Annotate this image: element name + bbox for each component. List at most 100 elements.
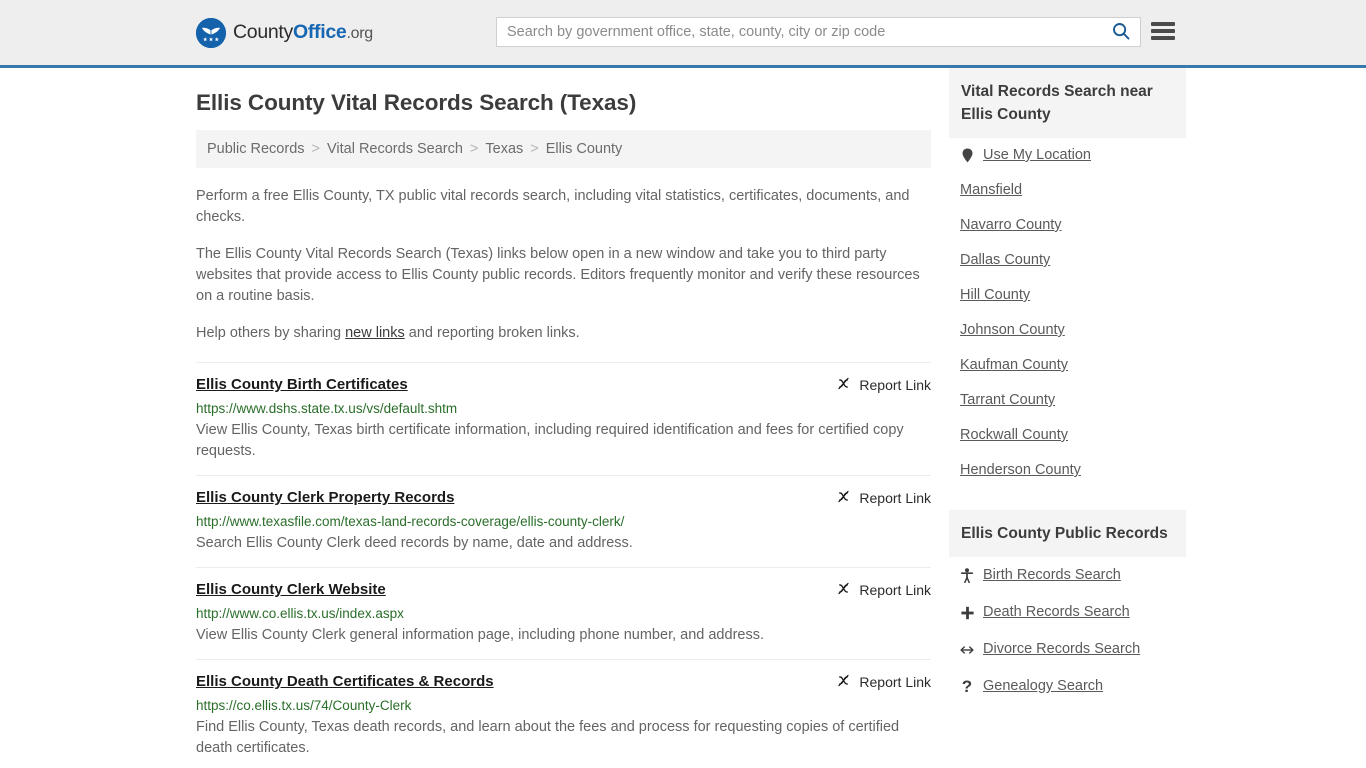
sidebar-link-label[interactable]: Kaufman County [960,356,1068,375]
sidebar-item-rockwall-county[interactable]: Rockwall County [949,418,1186,453]
broken-link-icon [836,376,851,394]
sidebar-link-label[interactable]: Henderson County [960,461,1081,480]
intro-paragraph-2: The Ellis County Vital Records Search (T… [196,246,920,304]
map-pin-icon [960,148,974,163]
broken-link-icon [836,673,851,691]
intro-p3-after: and reporting broken links. [404,325,580,341]
result-item: Ellis County Birth Certificates Report L… [196,362,931,476]
report-link-label: Report Link [859,377,931,393]
page-title: Ellis County Vital Records Search (Texas… [196,90,637,115]
sidebar-item-genealogy-search[interactable]: ? Genealogy Search [949,668,1186,705]
sidebar-link-label[interactable]: Death Records Search [983,603,1130,622]
report-link-label: Report Link [859,582,931,598]
report-link-button[interactable]: Report Link [836,672,931,691]
report-link-label: Report Link [859,490,931,506]
sidebar-nearby-heading: Vital Records Search near Ellis County [949,68,1186,138]
sidebar-link-label[interactable]: Johnson County [960,321,1065,340]
search-submit-button[interactable] [1102,18,1140,46]
sidebar-item-dallas-county[interactable]: Dallas County [949,243,1186,278]
logo-text-office: Office [293,21,347,43]
breadcrumb-item-ellis-county[interactable]: Ellis County [546,141,623,157]
sidebar-public-records-section: Ellis County Public Records Birth Record… [949,510,1186,705]
search-input[interactable] [497,18,1102,46]
report-link-button[interactable]: Report Link [836,488,931,507]
result-title-link[interactable]: Ellis County Clerk Property Records [196,488,454,508]
page-body: Ellis County Vital Records Search (Texas… [0,68,1366,768]
report-link-button[interactable]: Report Link [836,375,931,394]
search-bar[interactable] [496,17,1141,47]
hamburger-bar [1151,22,1175,26]
intro-text: Perform a free Ellis County, TX public v… [196,186,931,344]
result-url[interactable]: http://www.texasfile.com/texas-land-reco… [196,513,931,530]
new-links-link[interactable]: new links [345,325,405,341]
sidebar-link-label[interactable]: Hill County [960,286,1030,305]
result-title-link[interactable]: Ellis County Death Certificates & Record… [196,672,494,692]
site-header: CountyOffice.org [0,0,1366,68]
result-header: Ellis County Clerk Property Records Repo… [196,488,931,508]
result-title-link[interactable]: Ellis County Clerk Website [196,580,386,600]
sidebar-item-kaufman-county[interactable]: Kaufman County [949,348,1186,383]
baby-icon [960,568,974,583]
site-logo-text: CountyOffice.org [233,21,373,44]
sidebar-item-birth-records-search[interactable]: Birth Records Search [949,557,1186,594]
breadcrumb-item-texas[interactable]: Texas [485,141,523,157]
result-description: View Ellis County Clerk general informat… [196,627,764,643]
results-list: Ellis County Birth Certificates Report L… [196,362,931,768]
sidebar-item-johnson-county[interactable]: Johnson County [949,313,1186,348]
logo-text-org: .org [346,25,373,42]
result-url[interactable]: https://www.dshs.state.tx.us/vs/default.… [196,400,931,417]
breadcrumb-item-public-records[interactable]: Public Records [207,141,305,157]
result-header: Ellis County Death Certificates & Record… [196,672,931,692]
broken-link-icon [836,581,851,599]
cross-icon [960,606,974,620]
search-icon [1112,22,1130,43]
result-title-link[interactable]: Ellis County Birth Certificates [196,375,408,395]
county-office-seal-icon [196,17,226,48]
result-description: View Ellis County, Texas birth certifica… [196,422,904,459]
sidebar-item-use-my-location[interactable]: Use My Location [949,138,1186,173]
report-link-button[interactable]: Report Link [836,580,931,599]
hamburger-bar [1151,36,1175,40]
breadcrumb-separator: > [530,141,539,157]
intro-paragraph-1: Perform a free Ellis County, TX public v… [196,188,910,225]
result-item: Ellis County Clerk Property Records Repo… [196,476,931,568]
site-logo[interactable]: CountyOffice.org [196,17,373,48]
sidebar-link-label[interactable]: Divorce Records Search [983,640,1140,659]
sidebar-item-divorce-records-search[interactable]: Divorce Records Search [949,631,1186,668]
sidebar-item-tarrant-county[interactable]: Tarrant County [949,383,1186,418]
hamburger-bar [1151,29,1175,33]
sidebar-link-label[interactable]: Tarrant County [960,391,1055,410]
sidebar-item-mansfield[interactable]: Mansfield [949,173,1186,208]
sidebar-item-navarro-county[interactable]: Navarro County [949,208,1186,243]
result-description: Search Ellis County Clerk deed records b… [196,535,633,551]
sidebar: Vital Records Search near Ellis County U… [949,68,1186,768]
sidebar-link-label[interactable]: Use My Location [983,146,1091,165]
sidebar-item-death-records-search[interactable]: Death Records Search [949,594,1186,631]
breadcrumb: Public Records > Vital Records Search > … [196,130,931,168]
report-link-label: Report Link [859,674,931,690]
sidebar-nearby-list: Use My Location Mansfield Navarro County… [949,138,1186,488]
sidebar-link-label[interactable]: Navarro County [960,216,1062,235]
sidebar-link-label[interactable]: Genealogy Search [983,677,1103,696]
broken-link-icon [836,489,851,507]
sidebar-public-records-list: Birth Records Search Death Records Searc… [949,557,1186,705]
result-header: Ellis County Birth Certificates Report L… [196,375,931,395]
main-column: Ellis County Vital Records Search (Texas… [196,68,931,768]
result-url[interactable]: http://www.co.ellis.tx.us/index.aspx [196,605,931,622]
result-url[interactable]: https://co.ellis.tx.us/74/County-Clerk [196,697,931,714]
sidebar-item-hill-county[interactable]: Hill County [949,278,1186,313]
sidebar-link-label[interactable]: Birth Records Search [983,566,1121,585]
sidebar-item-henderson-county[interactable]: Henderson County [949,453,1186,488]
result-item: Ellis County Death Certificates & Record… [196,660,931,768]
sidebar-link-label[interactable]: Rockwall County [960,426,1068,445]
intro-paragraph-3: Help others by sharing new links and rep… [196,323,931,344]
hamburger-menu-icon[interactable] [1151,20,1175,42]
question-mark-icon: ? [961,676,973,696]
result-item: Ellis County Clerk Website Report Link h… [196,568,931,660]
sidebar-link-label[interactable]: Dallas County [960,251,1050,270]
result-description: Find Ellis County, Texas death records, … [196,719,900,756]
result-header: Ellis County Clerk Website Report Link [196,580,931,600]
sidebar-link-label[interactable]: Mansfield [960,181,1022,200]
breadcrumb-item-vital-records-search[interactable]: Vital Records Search [327,141,463,157]
breadcrumb-separator: > [469,141,479,157]
